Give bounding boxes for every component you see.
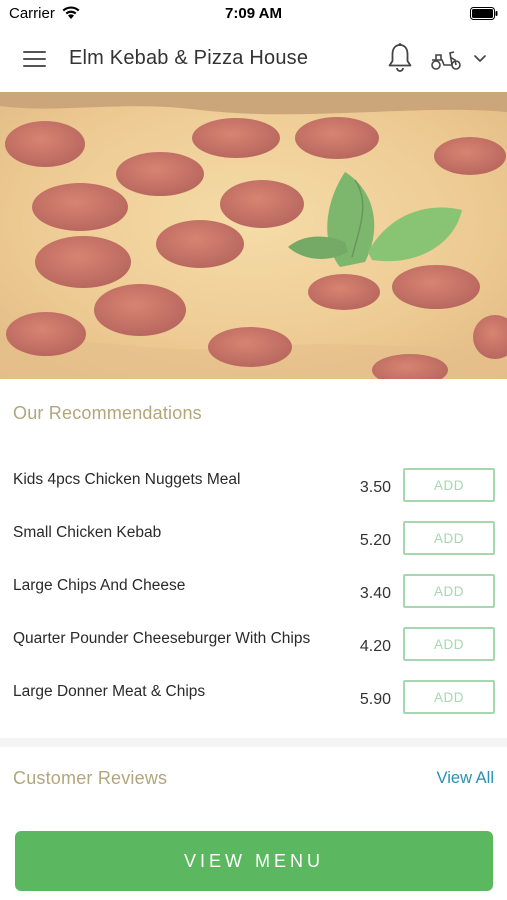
item-name: Small Chicken Kebab bbox=[13, 524, 162, 541]
reviews-heading: Customer Reviews bbox=[13, 768, 168, 788]
app-header: Elm Kebab & Pizza House bbox=[0, 28, 507, 92]
add-button[interactable]: ADD bbox=[403, 627, 495, 661]
hero-pizza-image bbox=[0, 92, 507, 379]
item-name: Large Donner Meat & Chips bbox=[13, 683, 206, 700]
status-time: 7:09 AM bbox=[225, 5, 282, 22]
status-bar: Carrier 7:09 AM bbox=[0, 0, 507, 28]
item-name: Large Chips And Cheese bbox=[13, 577, 186, 594]
scooter-icon[interactable] bbox=[430, 47, 462, 71]
recommendation-row: Small Chicken Kebab 5.20 ADD bbox=[0, 521, 507, 574]
recommendations-heading: Our Recommendations bbox=[13, 403, 202, 423]
item-price: 3.50 bbox=[359, 479, 391, 496]
item-name: Quarter Pounder Cheeseburger With Chips bbox=[13, 630, 311, 647]
item-name: Kids 4pcs Chicken Nuggets Meal bbox=[13, 471, 241, 488]
add-button[interactable]: ADD bbox=[403, 680, 495, 714]
add-button[interactable]: ADD bbox=[403, 574, 495, 608]
bell-icon[interactable] bbox=[386, 42, 414, 74]
recommendation-row: Quarter Pounder Cheeseburger With Chips … bbox=[0, 627, 507, 680]
item-price: 4.20 bbox=[359, 638, 391, 655]
add-button[interactable]: ADD bbox=[403, 468, 495, 502]
view-menu-button[interactable]: VIEW MENU bbox=[15, 831, 493, 891]
chevron-down-icon[interactable] bbox=[472, 52, 488, 66]
recommendation-row: Large Donner Meat & Chips 5.90 ADD bbox=[0, 680, 507, 733]
item-price: 5.90 bbox=[359, 691, 391, 708]
recommendation-row: Kids 4pcs Chicken Nuggets Meal 3.50 ADD bbox=[0, 468, 507, 521]
battery-icon bbox=[470, 7, 498, 20]
section-divider bbox=[0, 738, 507, 747]
add-button[interactable]: ADD bbox=[403, 521, 495, 555]
item-price: 3.40 bbox=[359, 585, 391, 602]
view-all-reviews-link[interactable]: View All bbox=[437, 769, 494, 788]
recommendation-row: Large Chips And Cheese 3.40 ADD bbox=[0, 574, 507, 627]
item-price: 5.20 bbox=[359, 532, 391, 549]
menu-icon[interactable] bbox=[21, 48, 49, 70]
restaurant-title: Elm Kebab & Pizza House bbox=[69, 47, 309, 69]
